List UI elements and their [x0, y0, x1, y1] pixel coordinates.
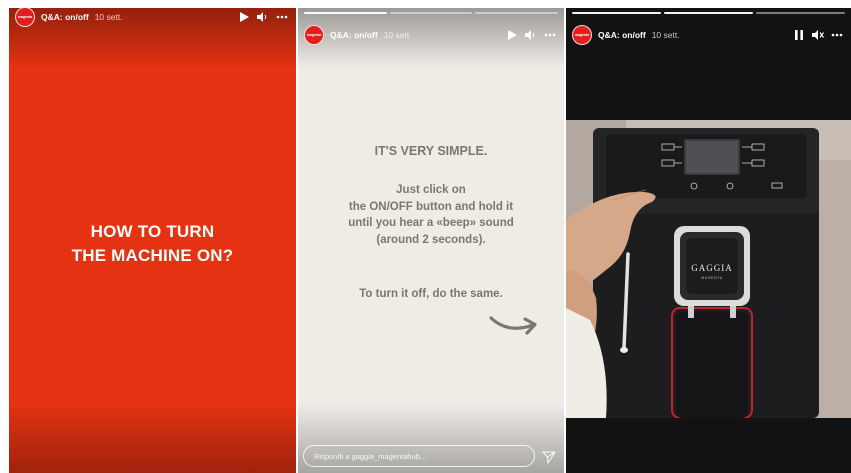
story-message-line: THE MACHINE ON?	[71, 246, 234, 265]
story-controls	[506, 29, 556, 41]
story-header: magenta Q&A: on/off 10 sett.	[15, 8, 288, 30]
story-header: magenta Q&A: on/off 10 sett.	[304, 22, 556, 48]
story-title[interactable]: Q&A: on/off	[598, 30, 646, 40]
reply-input[interactable]	[314, 451, 534, 461]
story-body-line: until you hear a «beep» sound	[348, 217, 514, 229]
story-timestamp: 10 sett.	[651, 30, 680, 40]
brand-logo: GAGGIA	[691, 263, 733, 273]
story-controls	[238, 11, 288, 23]
volume-icon[interactable]	[525, 29, 537, 41]
more-icon[interactable]	[276, 11, 288, 23]
progress-segment	[572, 12, 661, 14]
story-body: Just click on the ON/OFF button and hold…	[298, 182, 564, 248]
avatar[interactable]: magenta	[572, 25, 592, 45]
coffee-machine-illustration: GAGGIA MAGENTA	[566, 120, 851, 418]
story-message: HOW TO TURN THE MACHINE ON?	[9, 220, 296, 268]
send-icon[interactable]	[542, 451, 556, 464]
curved-arrow-icon	[489, 316, 537, 335]
play-icon[interactable]	[238, 11, 250, 23]
stories-viewer: magenta Q&A: on/off 10 sett. HOW TO TURN…	[0, 0, 851, 473]
story-title[interactable]: Q&A: on/off	[330, 30, 378, 40]
play-icon[interactable]	[506, 29, 518, 41]
progress-segment	[664, 12, 753, 14]
progress-segment	[756, 12, 845, 14]
story-controls	[793, 29, 843, 41]
story-header: magenta Q&A: on/off 10 sett.	[572, 22, 843, 48]
avatar[interactable]: magenta	[304, 25, 324, 45]
more-icon[interactable]	[831, 29, 843, 41]
progress-segment	[475, 12, 559, 14]
progress-segment	[389, 12, 473, 14]
story-heading: IT'S VERY SIMPLE.	[374, 144, 488, 158]
avatar[interactable]: magenta	[15, 8, 35, 27]
progress-segment	[304, 12, 387, 14]
story-body-line: Just click on	[396, 184, 466, 196]
reply-field[interactable]	[303, 445, 535, 467]
story-body-line: the ON/OFF button and hold it	[348, 200, 514, 213]
story-timestamp: 10 sett.	[94, 12, 123, 22]
more-icon[interactable]	[544, 29, 556, 41]
volume-icon[interactable]	[257, 11, 269, 23]
story-body-line: (around 2 seconds).	[376, 233, 486, 246]
bottom-shade	[9, 403, 296, 473]
progress-bar	[572, 12, 845, 14]
story-panel-1[interactable]: magenta Q&A: on/off 10 sett. HOW TO TURN…	[9, 8, 296, 473]
story-turn-off-text: To turn it off, do the same.	[359, 288, 503, 300]
progress-bar	[304, 12, 559, 14]
story-panel-2[interactable]: magenta Q&A: on/off 10 sett. IT'S VERY S…	[298, 8, 564, 473]
mute-icon[interactable]	[812, 29, 824, 41]
coffee-machine-photo: GAGGIA MAGENTA	[566, 120, 851, 418]
pause-icon[interactable]	[793, 29, 805, 41]
story-message-line: HOW TO TURN	[90, 222, 215, 241]
story-timestamp: 10 sett.	[383, 30, 412, 40]
brand-sub: MAGENTA	[701, 276, 722, 280]
story-title[interactable]: Q&A: on/off	[41, 12, 89, 22]
story-panel-3[interactable]: magenta Q&A: on/off 10 sett. GAGGIA MAGE…	[566, 8, 851, 473]
